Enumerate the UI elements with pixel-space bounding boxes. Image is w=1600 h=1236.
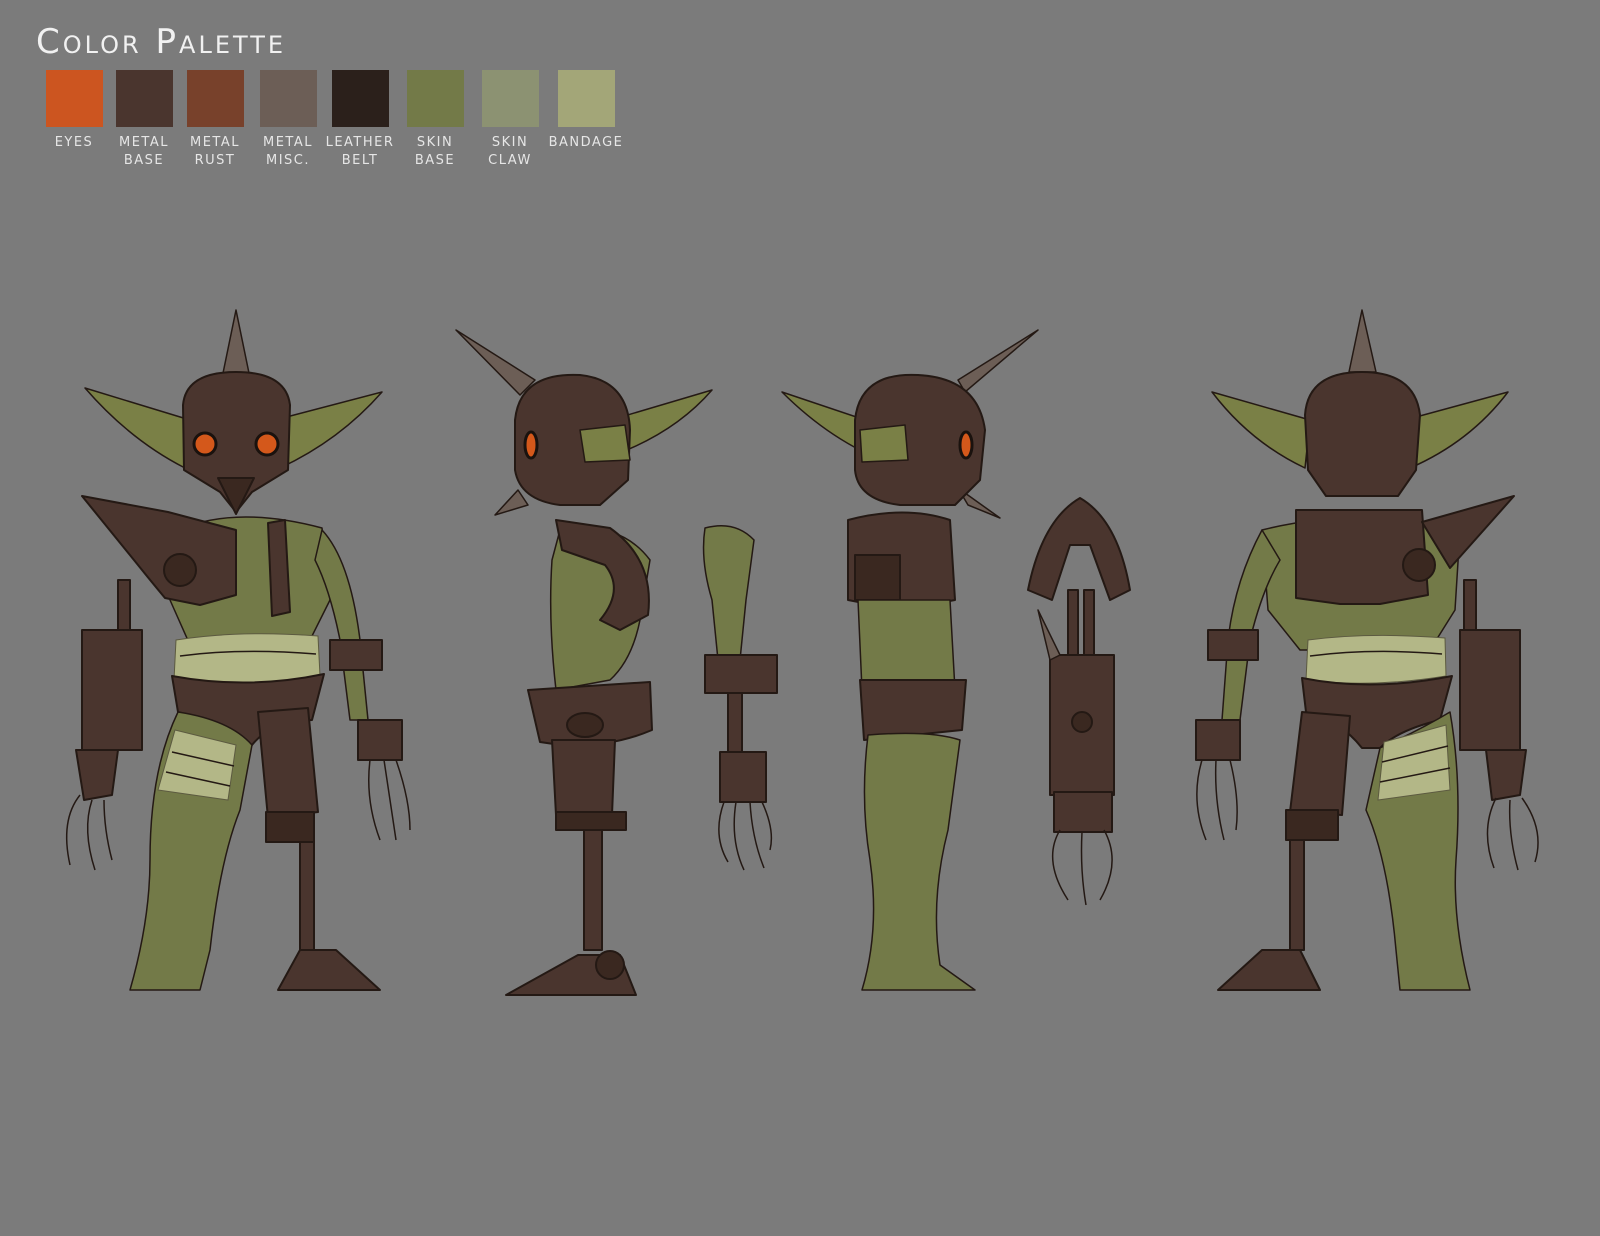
swatch-leather-belt: LEATHER BELT <box>322 70 398 170</box>
mech-hand <box>1485 749 1527 801</box>
swatch-label: EYES <box>54 135 94 150</box>
swatch-eyes: EYES <box>36 70 112 152</box>
eye <box>523 430 539 460</box>
swatch-color <box>557 70 615 127</box>
pouch <box>566 712 604 738</box>
ankle-gear <box>595 950 625 980</box>
swatch-label: METAL BASE <box>119 135 169 168</box>
left-ear <box>1211 391 1311 469</box>
left-eye <box>192 431 218 457</box>
goblin-side-view-right <box>781 329 1131 991</box>
goblin-back-view <box>1195 309 1539 991</box>
mech-claws <box>1486 797 1539 871</box>
arm-band <box>1207 629 1259 661</box>
character-turnaround-sheet: .m { fill: var(--metal); stroke: var(--o… <box>65 309 1539 996</box>
right-ear <box>1404 391 1509 469</box>
shoulder-joint <box>1402 548 1436 582</box>
shin-rod <box>583 829 603 951</box>
arm-socket <box>704 654 778 694</box>
ear-front <box>859 424 909 463</box>
mech-hand <box>75 749 119 801</box>
eye <box>958 430 974 460</box>
chest-armor <box>81 495 237 606</box>
swatch-label: SKIN CLAW <box>488 135 532 168</box>
shoulder-plate <box>854 554 901 601</box>
swatch-metal-base: METAL BASE <box>106 70 182 170</box>
swatch-label: BANDAGE <box>548 135 624 150</box>
belt <box>859 679 967 741</box>
wrist-block <box>1053 791 1113 833</box>
mech-claws <box>65 794 113 871</box>
knee-joint <box>265 811 315 843</box>
mech-thigh <box>257 707 319 819</box>
forearm-gauntlet <box>1459 629 1521 751</box>
mech-foot <box>1217 949 1321 991</box>
forearm-gauntlet <box>81 629 143 751</box>
strap <box>267 519 291 617</box>
knee-joint <box>555 811 627 831</box>
right-arm <box>314 529 369 721</box>
right-ear <box>274 391 383 469</box>
arm-shoulder-cap <box>1027 497 1131 601</box>
back-horn <box>957 329 1039 393</box>
swatch-color <box>406 70 464 127</box>
head-horn <box>221 309 251 379</box>
arm-band <box>329 639 383 671</box>
leg <box>861 732 976 991</box>
left-claws <box>1196 759 1238 841</box>
swatch-label: SKIN BASE <box>414 135 456 168</box>
swatch-metal-rust: METAL RUST <box>177 70 253 170</box>
swatch-bandage: BANDAGE <box>548 70 624 152</box>
right-eye <box>254 431 280 457</box>
helmet-back <box>1304 371 1421 497</box>
arm-rod <box>727 692 743 754</box>
swatch-skin-claw: SKIN CLAW <box>472 70 548 170</box>
arm-rod-right <box>1083 589 1095 661</box>
gauge <box>1071 711 1093 733</box>
swatch-skin-base: SKIN BASE <box>397 70 473 170</box>
arm-rod-left <box>1067 589 1079 661</box>
mech-thigh <box>551 739 616 816</box>
swatch-color <box>115 70 173 127</box>
knee-joint <box>1285 809 1339 841</box>
goblin-side-view-left <box>455 329 778 996</box>
swatch-color <box>481 70 539 127</box>
swatch-color <box>45 70 103 127</box>
claws <box>1051 829 1113 906</box>
torso <box>857 599 956 691</box>
claws <box>718 801 773 871</box>
ear-front <box>579 424 631 463</box>
swatch-color <box>331 70 389 127</box>
wrist-cuff <box>1195 719 1241 761</box>
wrist-cuff <box>357 719 403 761</box>
chin-spike <box>494 489 529 516</box>
wrist-cuff <box>719 751 767 803</box>
mech-thigh <box>1289 711 1351 816</box>
shin-rod <box>1289 839 1305 951</box>
swatch-label: LEATHER BELT <box>325 135 395 168</box>
swatch-color <box>259 70 317 127</box>
left-ear <box>84 387 191 469</box>
shoulder-joint <box>163 553 197 587</box>
left-arm <box>1221 529 1281 721</box>
swatch-metal-misc: METAL MISC. <box>250 70 326 170</box>
detached-skin-arm <box>702 525 755 661</box>
mech-foot <box>277 949 381 991</box>
head-horn <box>1348 309 1377 373</box>
swatch-label: METAL RUST <box>190 135 240 168</box>
waist-bandage <box>1305 634 1447 684</box>
gauntlet-spike <box>1037 609 1061 661</box>
page-title: Color Palette <box>36 22 287 62</box>
shin-rod <box>299 841 315 953</box>
goblin-front-view <box>65 309 411 991</box>
right-claws <box>368 759 411 841</box>
waist-bandage <box>173 633 321 685</box>
swatch-label: METAL MISC. <box>263 135 313 168</box>
back-horn <box>455 329 536 396</box>
swatch-color <box>186 70 244 127</box>
